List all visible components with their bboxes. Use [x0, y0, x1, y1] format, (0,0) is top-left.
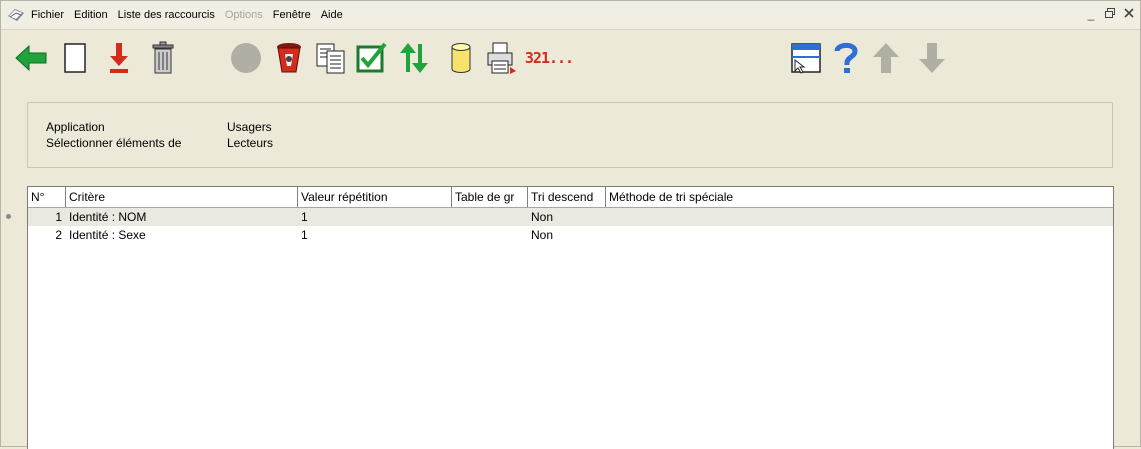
minimize-button[interactable]: _ [1086, 7, 1096, 21]
column-header-critere[interactable]: Critère [66, 187, 298, 207]
cell-critere: Identité : Sexe [69, 228, 146, 242]
trash-icon [152, 41, 174, 74]
application-value: Usagers [227, 120, 272, 134]
new-document-icon [64, 43, 86, 73]
column-header-tri-descend[interactable]: Tri descend [528, 187, 606, 207]
cell-no: 1 [55, 210, 62, 224]
window-layout-icon [791, 43, 821, 74]
close-button[interactable] [1124, 7, 1134, 21]
application-label: Application [46, 120, 105, 134]
current-row-indicator [6, 214, 11, 219]
delete-button[interactable] [143, 37, 183, 79]
menu-fenetre[interactable]: Fenêtre [273, 9, 317, 21]
menu-liste-raccourcis[interactable]: Liste des raccourcis [118, 9, 221, 21]
print-button[interactable] [481, 37, 521, 79]
criteria-grid: N° Critère Valeur répétition Table de gr… [27, 186, 1114, 449]
window-controls: _ [1086, 7, 1134, 21]
import-down-arrow-icon [110, 43, 128, 73]
move-up-button[interactable] [866, 37, 906, 79]
recycle-button[interactable] [269, 37, 309, 79]
checkbox-validate-icon [356, 42, 387, 73]
cell-no: 2 [55, 228, 62, 242]
back-arrow-icon [15, 44, 47, 72]
selection-panel: Application Usagers Sélectionner élément… [27, 102, 1113, 168]
recycle-bin-icon [277, 43, 301, 73]
menu-bar: Fichier Edition Liste des raccourcis Opt… [1, 1, 1140, 30]
cell-valeur: 1 [301, 210, 308, 224]
sort-arrows-icon [400, 43, 428, 73]
help-button[interactable] [826, 37, 866, 79]
disabled-circle-icon [231, 43, 261, 73]
cell-tri: Non [531, 228, 554, 242]
select-elements-value: Lecteurs [227, 136, 274, 150]
counter-icon: 321... [524, 49, 574, 67]
copy-documents-icon [316, 43, 345, 74]
table-row[interactable]: 1 Identité : NOM 1 Non [28, 208, 1113, 226]
restore-button[interactable] [1105, 7, 1115, 21]
back-button[interactable] [11, 37, 51, 79]
move-up-icon [873, 43, 899, 73]
copy-button[interactable] [311, 37, 351, 79]
new-button[interactable] [55, 37, 95, 79]
menu-aide[interactable]: Aide [321, 9, 349, 21]
layout-button[interactable] [786, 37, 826, 79]
validate-button[interactable] [351, 37, 391, 79]
column-header-methode-tri[interactable]: Méthode de tri spéciale [606, 187, 1113, 207]
sort-button[interactable] [393, 37, 433, 79]
disabled-action-button[interactable] [226, 37, 266, 79]
cell-tri: Non [531, 210, 554, 224]
counter-button[interactable]: 321... [524, 37, 574, 79]
column-header-no[interactable]: N° [28, 187, 66, 207]
menu-fichier[interactable]: Fichier [31, 9, 70, 21]
import-button[interactable] [99, 37, 139, 79]
cell-critere: Identité : NOM [69, 210, 147, 224]
grid-header: N° Critère Valeur répétition Table de gr… [28, 187, 1113, 208]
column-header-valeur-repetition[interactable]: Valeur répétition [298, 187, 452, 207]
toolbar: 321... [1, 30, 1140, 88]
move-down-icon [919, 43, 945, 73]
application-window: Fichier Edition Liste des raccourcis Opt… [0, 0, 1141, 449]
cell-valeur: 1 [301, 228, 308, 242]
column-header-table-de-gr[interactable]: Table de gr [452, 187, 528, 207]
printer-icon [487, 42, 516, 74]
database-cylinder-icon [451, 43, 471, 73]
database-button[interactable] [441, 37, 481, 79]
app-logo-icon [7, 7, 25, 23]
select-elements-label: Sélectionner éléments de [46, 136, 182, 150]
menu-edition[interactable]: Edition [74, 9, 114, 21]
help-icon [834, 42, 858, 73]
move-down-button[interactable] [912, 37, 952, 79]
table-row[interactable]: 2 Identité : Sexe 1 Non [28, 226, 1113, 244]
menu-options[interactable]: Options [225, 9, 269, 21]
